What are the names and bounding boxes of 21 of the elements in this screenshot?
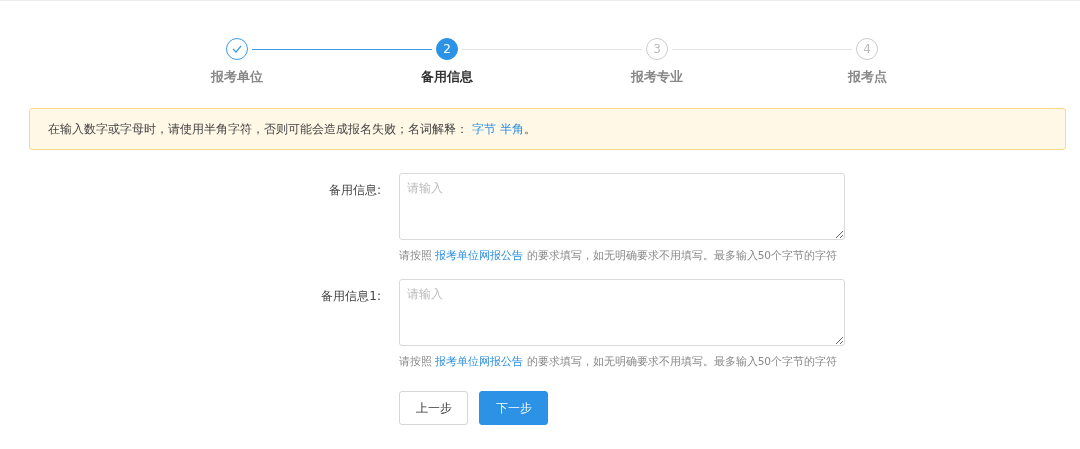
term-link[interactable]: 半角 — [499, 121, 524, 136]
input-field[interactable]: 请输入 — [399, 173, 845, 240]
field-label: 备用信息: — [327, 182, 382, 199]
check-icon — [232, 45, 242, 53]
next-button[interactable]: 下一步 — [479, 391, 548, 425]
step-number: 2 — [443, 42, 451, 56]
step-label: 报考点 — [847, 68, 887, 86]
announcement-link[interactable]: 报考单位网报公告 — [435, 249, 524, 261]
term-link[interactable]: 字节 — [471, 121, 496, 136]
field-label: 备用信息1: — [320, 288, 382, 305]
step-label: 报考专业 — [631, 68, 683, 86]
step-number: 4 — [863, 42, 871, 56]
step-label: 备用信息 — [421, 68, 473, 86]
notice-text: 在输入数字或字母时，请使用半角字符，否则可能会造成报名失败；名词解释： 字节 半角。 — [48, 120, 536, 138]
hint-text: 请按照 报考单位网报公告 的要求填写，如无明确要求不用填写。最多输入50个字节的字符 — [399, 355, 839, 369]
input-field[interactable]: 请输入 — [399, 279, 845, 346]
back-button[interactable]: 上一步 — [399, 391, 468, 425]
hint-text: 请按照 报考单位网报公告 的要求填写，如无明确要求不用填写。最多输入50个字节的字符 — [399, 249, 839, 263]
step-number: 3 — [653, 42, 661, 56]
step-label: 报考单位 — [211, 68, 263, 86]
announcement-link[interactable]: 报考单位网报公告 — [435, 355, 524, 367]
